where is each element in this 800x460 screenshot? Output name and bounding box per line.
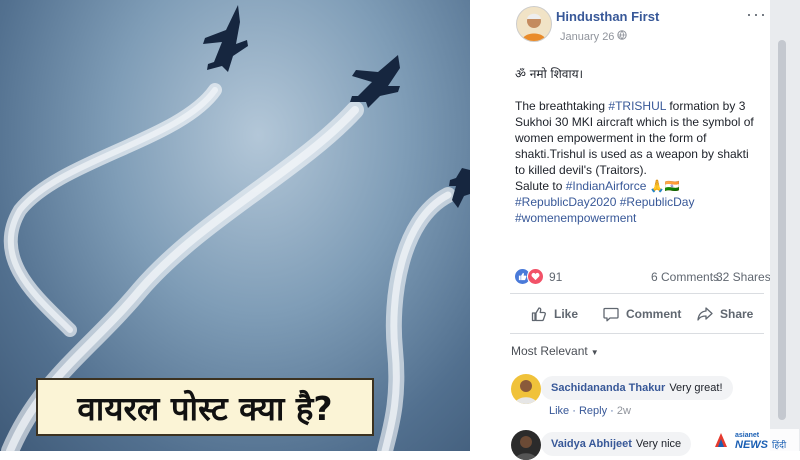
shares-count-link[interactable]: 32 Shares (716, 270, 771, 284)
comment-reply-link[interactable]: Reply (579, 405, 607, 417)
like-button[interactable]: Like (530, 304, 578, 324)
reaction-count: 91 (549, 269, 563, 284)
page-avatar[interactable] (516, 6, 552, 42)
comment-actions: Like · Reply · 2w (549, 405, 631, 417)
svg-text:asianet: asianet (735, 432, 760, 439)
post-message: The breathtaking #TRISHUL formation by 3… (515, 98, 761, 178)
post-photo[interactable]: वायरल पोस्ट क्या है? (0, 0, 470, 451)
thumbs-up-icon (530, 305, 548, 323)
svg-text:NEWS: NEWS (735, 439, 769, 451)
post-invocation: ॐ नमो शिवाय। (515, 67, 584, 81)
comment-like-link[interactable]: Like (549, 405, 569, 417)
share-button[interactable]: Share (696, 304, 753, 324)
share-icon (696, 305, 714, 323)
post-text: ॐ नमो शिवाय। The breathtaking #TRISHUL f… (515, 66, 761, 226)
comment-age: 2w (616, 405, 631, 417)
comment-bubble: Sachidananda Thakur Very great! (541, 376, 733, 400)
commenter-avatar[interactable] (511, 430, 541, 460)
comment-author[interactable]: Sachidananda Thakur (551, 382, 665, 394)
hashtag-indianairforce[interactable]: #IndianAirforce (566, 179, 647, 193)
scrollbar-thumb[interactable] (778, 40, 786, 420)
post-text-prefix: The breathtaking (515, 99, 606, 113)
share-button-label: Share (720, 307, 754, 321)
comment-button-label: Comment (626, 307, 682, 321)
hashtag-trishul[interactable]: #TRISHUL (608, 99, 666, 113)
divider (510, 333, 764, 334)
jet-1 (203, 5, 248, 72)
comments-filter-label: Most Relevant (511, 344, 588, 358)
like-button-label: Like (554, 307, 579, 321)
comment-icon (602, 305, 620, 323)
salute-emoji: 🙏🇮🇳 (649, 179, 680, 193)
salute-prefix: Salute to (515, 179, 563, 193)
jet-2 (350, 55, 400, 108)
hashtag-womenempowerment[interactable]: #womenempowerment (515, 210, 761, 226)
more-options-icon[interactable]: ··· (746, 4, 767, 25)
image-caption: वायरल पोस्ट क्या है? (36, 378, 374, 436)
avatar-portrait (517, 7, 551, 41)
salute-line: Salute to #IndianAirforce 🙏🇮🇳 (515, 178, 761, 194)
commenter-avatar[interactable] (511, 374, 541, 404)
caret-down-icon: ▼ (590, 348, 599, 357)
comments-count-link[interactable]: 6 Comments (651, 270, 719, 284)
jet-3 (449, 168, 470, 208)
globe-icon (617, 30, 627, 43)
love-reaction-icon (527, 268, 544, 285)
page-name[interactable]: Hindusthan First (556, 9, 659, 24)
svg-text:हिंदी: हिंदी (772, 439, 787, 451)
post-timestamp[interactable]: January 26 · (560, 31, 621, 43)
comment-bubble: Vaidya Abhijeet Very nice (541, 432, 692, 456)
reaction-summary[interactable]: 91 (514, 268, 562, 285)
hashtag-republicday[interactable]: #RepublicDay2020 #RepublicDay (515, 194, 761, 210)
comment-text: Very great! (669, 382, 723, 394)
comments-filter[interactable]: Most Relevant ▼ (511, 344, 599, 358)
comment-button[interactable]: Comment (602, 304, 681, 324)
divider (510, 293, 764, 294)
comment-author[interactable]: Vaidya Abhijeet (551, 438, 632, 450)
post-spacer (515, 82, 761, 98)
comment-text: Very nice (635, 438, 682, 450)
asianet-news-logo: asianet NEWS हिंदी (711, 429, 799, 451)
